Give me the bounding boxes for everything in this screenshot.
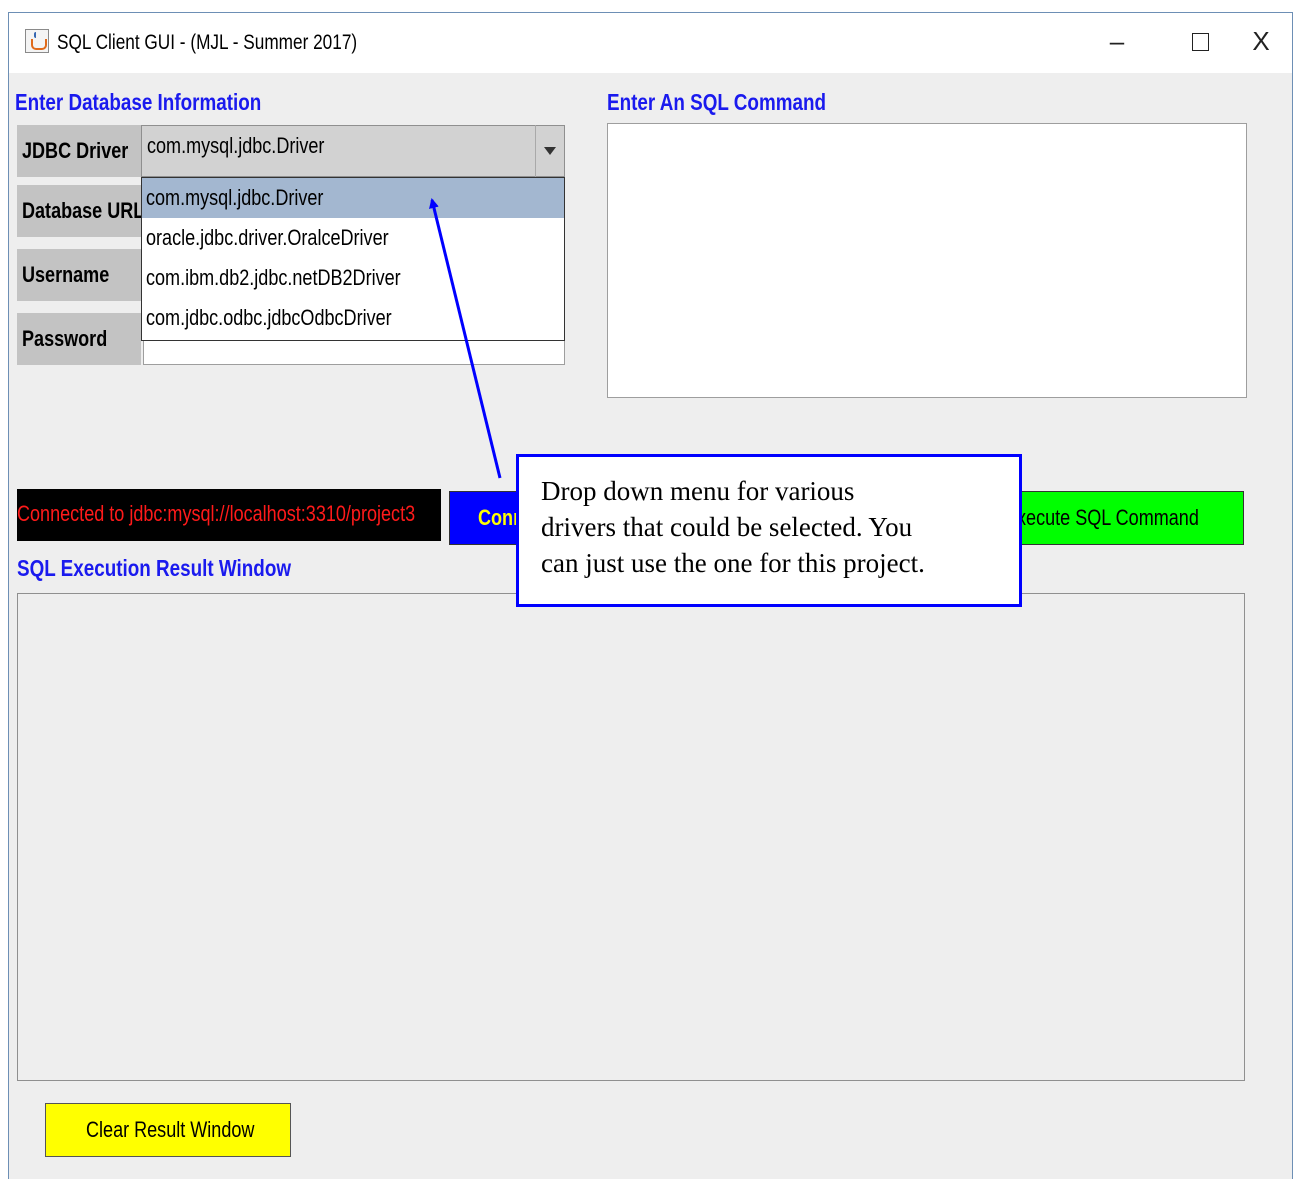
- driver-option[interactable]: com.ibm.db2.jdbc.netDB2Driver: [142, 258, 564, 298]
- sql-command-heading: Enter An SQL Command: [607, 89, 827, 115]
- password-label: Password: [17, 313, 141, 365]
- annotation-callout: Drop down menu for various drivers that …: [516, 454, 1022, 607]
- sql-result-area[interactable]: [17, 593, 1245, 1081]
- clear-result-window-button[interactable]: Clear Result Window: [45, 1103, 291, 1157]
- java-coffee-cup-icon: [25, 29, 49, 53]
- chevron-down-icon: [544, 147, 556, 155]
- jdbc-driver-label: JDBC Driver: [17, 125, 141, 177]
- annotation-text: Drop down menu for various drivers that …: [541, 476, 925, 578]
- username-label: Username: [17, 249, 141, 301]
- dropdown-arrow-button[interactable]: [535, 125, 565, 177]
- window-title: SQL Client GUI - (MJL - Summer 2017): [57, 31, 358, 54]
- database-info-heading: Enter Database Information: [15, 89, 262, 115]
- connection-status-label: Connected to jdbc:mysql://localhost:3310…: [17, 489, 441, 541]
- database-url-label: Database URL: [17, 185, 141, 237]
- driver-option[interactable]: oracle.jdbc.driver.OralceDriver: [142, 218, 564, 258]
- driver-option[interactable]: com.mysql.jdbc.Driver: [142, 178, 564, 218]
- result-window-heading: SQL Execution Result Window: [17, 555, 292, 581]
- maximize-icon: [1192, 33, 1209, 51]
- jdbc-driver-options-list[interactable]: com.mysql.jdbc.Driver oracle.jdbc.driver…: [141, 177, 565, 341]
- connection-status-text: Connected to jdbc:mysql://localhost:3310…: [17, 501, 416, 526]
- driver-option[interactable]: com.jdbc.odbc.jdbcOdbcDriver: [142, 298, 564, 338]
- maximize-button[interactable]: [1175, 21, 1223, 61]
- minimize-button[interactable]: –: [1093, 21, 1141, 61]
- title-bar[interactable]: SQL Client GUI - (MJL - Summer 2017) – X: [9, 13, 1292, 73]
- jdbc-driver-selected-value: com.mysql.jdbc.Driver: [147, 133, 325, 158]
- sql-command-textarea[interactable]: [607, 123, 1247, 398]
- close-button[interactable]: X: [1237, 21, 1285, 61]
